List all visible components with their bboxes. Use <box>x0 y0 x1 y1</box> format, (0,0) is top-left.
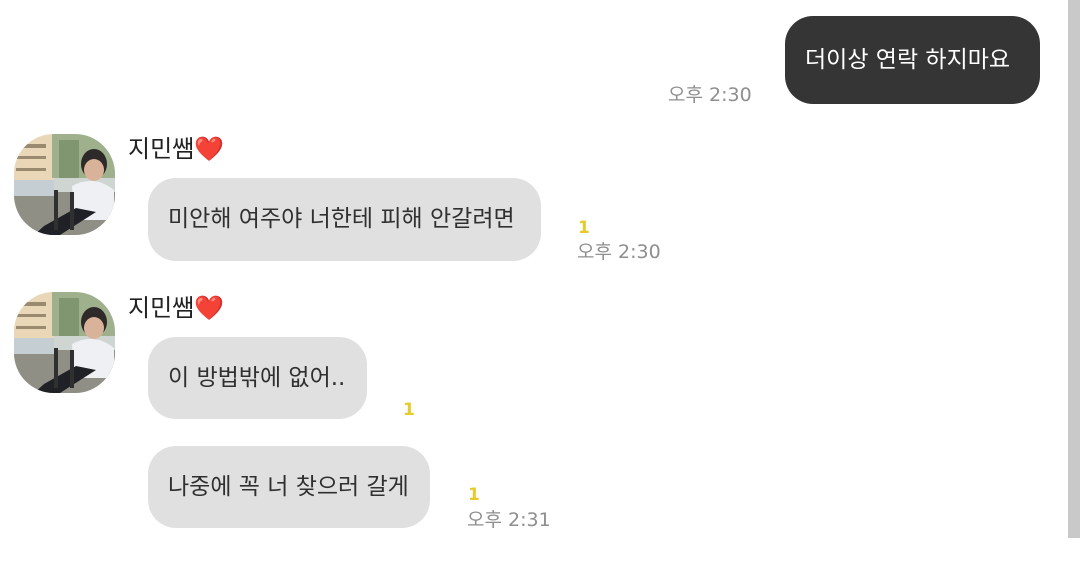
unread-count-badge: 1 <box>403 400 415 420</box>
outgoing-message-bubble[interactable]: 더이상 연락 하지마요 <box>785 16 1040 104</box>
sender-name: 지민쌤❤️ <box>128 294 225 322</box>
unread-count-badge: 1 <box>468 485 480 505</box>
chat-view: 더이상 연락 하지마요 오후 2:30 지민쌤❤️ 미안해 여주야 너한테 피해… <box>0 0 1080 563</box>
contact-avatar[interactable] <box>14 134 115 235</box>
incoming-message-bubble[interactable]: 이 방법밖에 없어.. <box>148 337 367 419</box>
message-timestamp: 오후 2:31 <box>467 509 551 531</box>
message-timestamp: 오후 2:30 <box>577 241 661 263</box>
message-text: 나중에 꼭 너 찾으러 갈게 <box>168 473 409 500</box>
avatar-photo <box>14 134 115 235</box>
message-text: 이 방법밖에 없어.. <box>168 364 346 391</box>
incoming-message-bubble[interactable]: 나중에 꼭 너 찾으러 갈게 <box>148 446 430 528</box>
sender-name: 지민쌤❤️ <box>128 135 225 163</box>
unread-count-badge: 1 <box>578 218 590 238</box>
scrollbar[interactable] <box>1068 0 1080 538</box>
contact-avatar[interactable] <box>14 292 115 393</box>
message-timestamp: 오후 2:30 <box>668 84 752 106</box>
message-text: 미안해 여주야 너한테 피해 안갈려면 <box>168 206 515 232</box>
message-text: 더이상 연락 하지마요 <box>805 46 1011 73</box>
avatar-photo <box>14 292 115 393</box>
incoming-message-bubble[interactable]: 미안해 여주야 너한테 피해 안갈려면 <box>148 178 541 261</box>
